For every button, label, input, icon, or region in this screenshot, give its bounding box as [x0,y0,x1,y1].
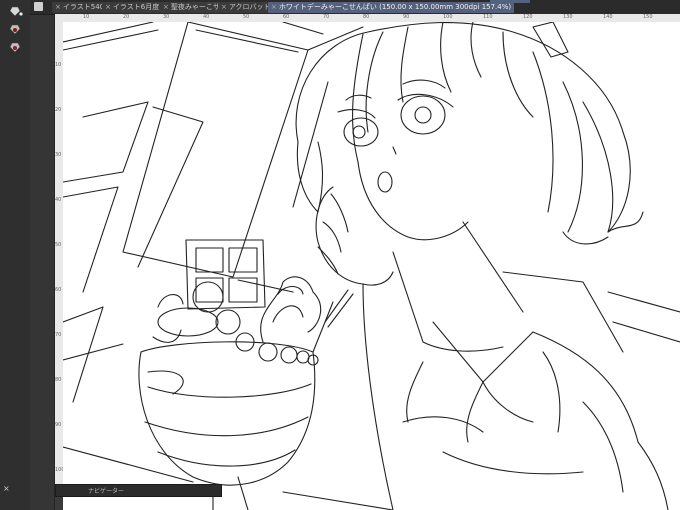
ruler-number: 80 [363,14,370,20]
ruler-number: 60 [283,14,290,20]
close-icon[interactable]: × [221,3,227,11]
top-accent-band [490,0,530,3]
ruler-number: 30 [55,152,62,158]
tab-seiya[interactable]: × 聖夜みゃーこサ [160,2,223,13]
tab-label: イラスト6月度 [112,3,160,11]
navigator-label: ナビゲーター [88,488,125,495]
document-tab-bar: × イラスト540度 × イラスト6月度 × 聖夜みゃーこサ × アクロバット × ホワイ… [30,0,680,15]
parfait-topping [152,276,354,366]
ruler-number: 20 [123,14,130,20]
girl-hand [315,186,394,286]
ruler-number: 140 [603,14,613,20]
ruler-number: 90 [55,422,62,428]
line-art-illustration [63,22,680,510]
fill-refer-icon[interactable] [8,22,24,36]
close-icon[interactable]: × [3,484,10,493]
ruler-number: 90 [403,14,410,20]
girl-hair [295,22,644,245]
ruler-number: 70 [323,14,330,20]
tab-label: ホワイトデーみゃーこせんぱい (150.00 x 150.00mm 300dpi… [278,3,512,11]
girl-uniform [362,221,680,510]
ruler-number: 110 [483,14,493,20]
ruler-number: 80 [55,377,62,383]
save-icon[interactable] [34,2,43,11]
tool-strip [0,0,31,510]
tab-acrobat[interactable]: × アクロバット [218,2,274,13]
ruler-number: 50 [55,242,62,248]
close-icon[interactable]: × [105,3,111,11]
tab-label: 聖夜みゃーこサ [170,3,220,11]
navigator-panel[interactable]: ナビゲーター [55,484,222,497]
close-icon[interactable]: × [271,3,277,11]
ruler-number: 30 [163,14,170,20]
table-edge [63,446,394,510]
chocolate-plate [185,239,266,310]
ruler-number: 70 [55,332,62,338]
ruler-number: 100 [443,14,453,20]
close-icon[interactable]: × [55,3,61,11]
ruler-number: 10 [55,62,62,68]
layer-subbar [30,0,55,510]
tab-label: アクロバット [228,3,271,11]
ruler-number: 60 [55,287,62,293]
tab-illust-june[interactable]: × イラスト6月度 [102,2,163,13]
ruler-number: 150 [643,14,653,20]
ruler-number: 120 [523,14,533,20]
ruler-number: 20 [55,107,62,113]
drawing-canvas[interactable] [63,22,680,510]
ruler-number: 50 [243,14,250,20]
bucket-fill-icon[interactable] [8,4,24,18]
ruler-number: 40 [203,14,210,20]
tab-white-day[interactable]: × ホワイトデーみゃーこせんぱい (150.00 x 150.00mm 300dp… [268,2,515,13]
ruler-number: 40 [55,197,62,203]
ruler-number: 130 [563,14,573,20]
ruler-number: 10 [83,14,90,20]
close-icon[interactable]: × [163,3,169,11]
fill-close-gap-icon[interactable] [8,40,24,54]
